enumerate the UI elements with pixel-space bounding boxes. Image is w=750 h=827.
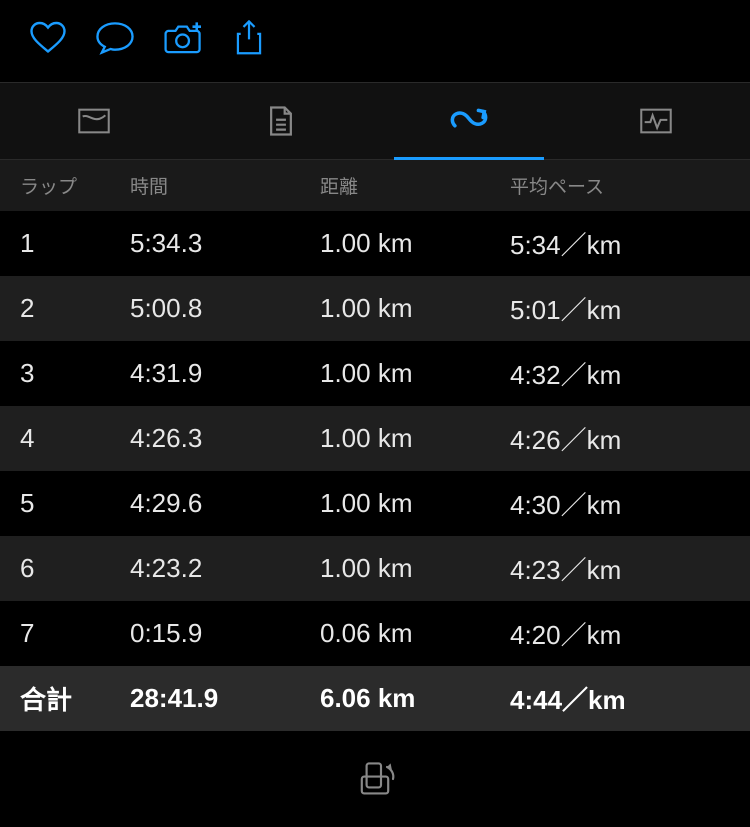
share-icon[interactable] bbox=[234, 20, 264, 56]
laps-tab[interactable] bbox=[375, 83, 563, 159]
cell-pace: 4:23／km bbox=[510, 550, 750, 587]
header-lap: ラップ bbox=[0, 172, 130, 199]
summary-time: 28:41.9 bbox=[130, 683, 320, 714]
cell-distance: 1.00 km bbox=[320, 488, 510, 519]
comment-icon[interactable] bbox=[96, 21, 134, 55]
cell-pace: 5:01／km bbox=[510, 290, 750, 327]
cell-pace: 4:32／km bbox=[510, 355, 750, 392]
table-row: 70:15.90.06 km4:20／km bbox=[0, 601, 750, 666]
table-header: ラップ 時間 距離 平均ペース bbox=[0, 160, 750, 211]
table-row: 54:29.61.00 km4:30／km bbox=[0, 471, 750, 536]
cell-lap: 7 bbox=[0, 618, 130, 649]
cell-time: 4:26.3 bbox=[130, 423, 320, 454]
cell-time: 5:00.8 bbox=[130, 293, 320, 324]
cell-distance: 1.00 km bbox=[320, 228, 510, 259]
header-distance: 距離 bbox=[320, 172, 510, 199]
table-row: 44:26.31.00 km4:26／km bbox=[0, 406, 750, 471]
summary-label: 合計 bbox=[0, 680, 130, 717]
cell-lap: 2 bbox=[0, 293, 130, 324]
cell-distance: 1.00 km bbox=[320, 553, 510, 584]
tab-bar bbox=[0, 83, 750, 160]
cell-lap: 4 bbox=[0, 423, 130, 454]
cell-distance: 0.06 km bbox=[320, 618, 510, 649]
cell-lap: 1 bbox=[0, 228, 130, 259]
heart-icon[interactable] bbox=[30, 21, 66, 55]
cell-pace: 5:34／km bbox=[510, 225, 750, 262]
table-row: 25:00.81.00 km5:01／km bbox=[0, 276, 750, 341]
rotate-device-icon[interactable] bbox=[351, 759, 399, 799]
cell-pace: 4:20／km bbox=[510, 615, 750, 652]
table-row: 64:23.21.00 km4:23／km bbox=[0, 536, 750, 601]
heart-tab[interactable] bbox=[563, 83, 750, 159]
cell-distance: 1.00 km bbox=[320, 358, 510, 389]
cell-lap: 5 bbox=[0, 488, 130, 519]
table-body: 15:34.31.00 km5:34／km25:00.81.00 km5:01／… bbox=[0, 211, 750, 666]
cell-time: 4:23.2 bbox=[130, 553, 320, 584]
header-pace: 平均ペース bbox=[510, 172, 750, 199]
laps-table: ラップ 時間 距離 平均ペース 15:34.31.00 km5:34／km25:… bbox=[0, 160, 750, 731]
cell-distance: 1.00 km bbox=[320, 293, 510, 324]
cell-lap: 3 bbox=[0, 358, 130, 389]
cell-time: 5:34.3 bbox=[130, 228, 320, 259]
table-row: 34:31.91.00 km4:32／km bbox=[0, 341, 750, 406]
summary-distance: 6.06 km bbox=[320, 683, 510, 714]
cell-time: 4:29.6 bbox=[130, 488, 320, 519]
summary-pace: 4:44／km bbox=[510, 680, 750, 717]
header-time: 時間 bbox=[130, 172, 320, 199]
summary-row: 合計 28:41.9 6.06 km 4:44／km bbox=[0, 666, 750, 731]
cell-pace: 4:30／km bbox=[510, 485, 750, 522]
table-row: 15:34.31.00 km5:34／km bbox=[0, 211, 750, 276]
cell-distance: 1.00 km bbox=[320, 423, 510, 454]
notes-tab[interactable] bbox=[188, 83, 376, 159]
route-tab[interactable] bbox=[0, 83, 188, 159]
camera-plus-icon[interactable] bbox=[164, 21, 204, 55]
cell-pace: 4:26／km bbox=[510, 420, 750, 457]
action-toolbar bbox=[0, 0, 750, 83]
cell-time: 4:31.9 bbox=[130, 358, 320, 389]
cell-time: 0:15.9 bbox=[130, 618, 320, 649]
cell-lap: 6 bbox=[0, 553, 130, 584]
footer bbox=[0, 731, 750, 827]
